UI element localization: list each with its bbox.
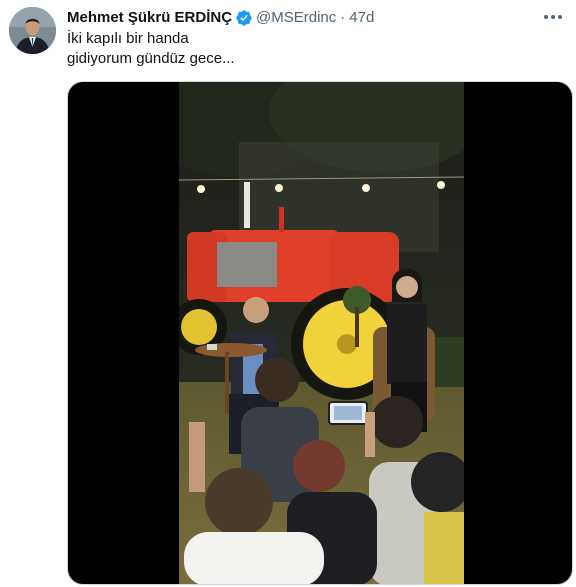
avatar-image [9,7,56,54]
avatar[interactable] [9,7,56,54]
separator-dot: · [340,9,346,26]
author-name[interactable]: Mehmet Şükrü ERDİNÇ [67,8,232,28]
more-options-icon[interactable] [540,6,566,28]
timestamp[interactable]: 47d [349,8,374,28]
tweet-text: İki kapılı bir handa gidiyorum gündüz ge… [67,29,557,69]
author-handle[interactable]: @MSErdinc [256,8,336,28]
tweet-text-line-2: gidiyorum gündüz gece... [67,50,235,67]
video-frame[interactable] [179,82,464,584]
tweet-text-line-1: İki kapılı bir handa [67,30,189,47]
tweet-header: Mehmet Şükrü ERDİNÇ @MSErdinc · 47d [67,8,374,28]
tweet-video[interactable] [67,81,573,585]
video-still-image [179,82,464,584]
verified-badge-icon [235,9,253,27]
tweet[interactable]: Mehmet Şükrü ERDİNÇ @MSErdinc · 47d İki … [0,0,576,587]
